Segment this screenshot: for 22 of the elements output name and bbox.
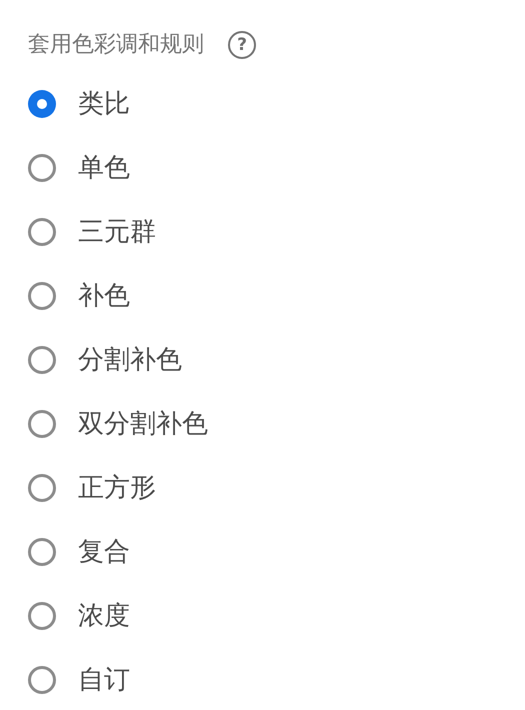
radio-button[interactable] xyxy=(28,346,56,374)
option-label[interactable]: 双分割补色 xyxy=(78,404,208,444)
option-label[interactable]: 分割补色 xyxy=(78,340,182,380)
option-label[interactable]: 自订 xyxy=(78,660,130,700)
radio-button[interactable] xyxy=(28,410,56,438)
option-label[interactable]: 复合 xyxy=(78,532,130,572)
radio-button[interactable] xyxy=(28,154,56,182)
radio-button[interactable] xyxy=(28,538,56,566)
option-label[interactable]: 正方形 xyxy=(78,468,156,508)
radio-button[interactable] xyxy=(28,666,56,694)
option-label[interactable]: 浓度 xyxy=(78,596,130,636)
help-button[interactable]: ? xyxy=(228,31,256,59)
radio-button[interactable] xyxy=(28,282,56,310)
radio-button[interactable] xyxy=(28,218,56,246)
option-label[interactable]: 补色 xyxy=(78,276,130,316)
option-label[interactable]: 单色 xyxy=(78,148,130,188)
radio-button[interactable] xyxy=(28,474,56,502)
option-label[interactable]: 类比 xyxy=(78,84,130,124)
option-label[interactable]: 三元群 xyxy=(78,212,156,252)
radio-button[interactable] xyxy=(28,602,56,630)
radio-button[interactable] xyxy=(28,90,56,118)
section-title: 套用色彩调和规则 xyxy=(28,31,204,59)
